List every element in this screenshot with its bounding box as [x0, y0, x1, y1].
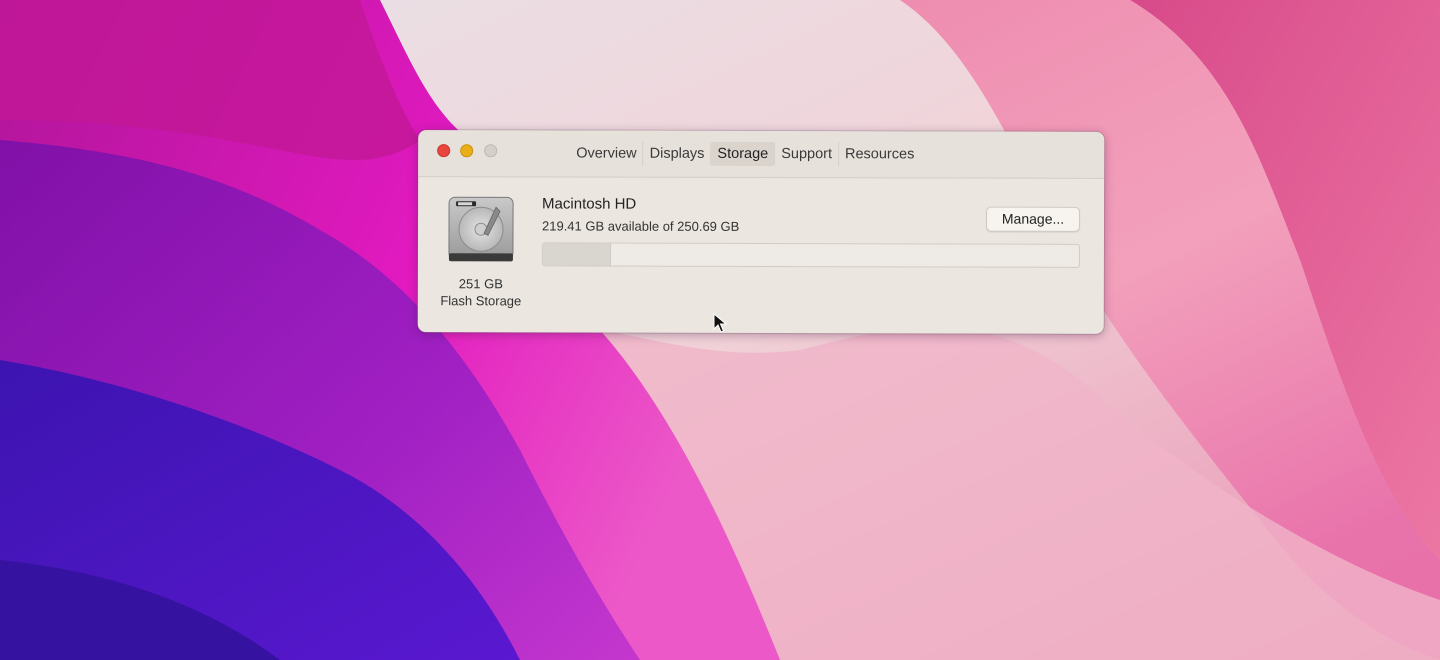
title-bar[interactable]: Overview Displays Storage Support Resour…	[418, 130, 1105, 179]
drive-type: Flash Storage	[440, 293, 522, 309]
manage-button[interactable]: Manage...	[986, 206, 1081, 232]
mouse-pointer-icon	[713, 313, 727, 333]
drive-caption: 251 GB Flash Storage	[426, 275, 536, 309]
storage-usage-bar	[541, 242, 1080, 268]
tab-support[interactable]: Support	[775, 142, 840, 167]
storage-panel: 251 GB Flash Storage Macintosh HD 219.41…	[418, 177, 1104, 334]
about-this-mac-window: Overview Displays Storage Support Resour…	[417, 130, 1105, 334]
desktop: Overview Displays Storage Support Resour…	[0, 0, 1440, 660]
tab-overview[interactable]: Overview	[570, 141, 644, 166]
volume-name: Macintosh HD	[542, 195, 637, 213]
drive-size: 251 GB	[458, 276, 503, 292]
tab-bar: Overview Displays Storage Support Resour…	[570, 141, 920, 168]
hard-drive-icon	[448, 196, 514, 262]
storage-used-segment	[542, 243, 611, 266]
close-button[interactable]	[437, 144, 451, 158]
tab-resources[interactable]: Resources	[839, 142, 920, 166]
tab-displays[interactable]: Displays	[643, 141, 712, 166]
minimize-button[interactable]	[460, 144, 474, 158]
zoom-button	[484, 144, 498, 158]
tab-storage[interactable]: Storage	[711, 141, 776, 167]
volume-availability: 219.41 GB available of 250.69 GB	[541, 218, 740, 234]
